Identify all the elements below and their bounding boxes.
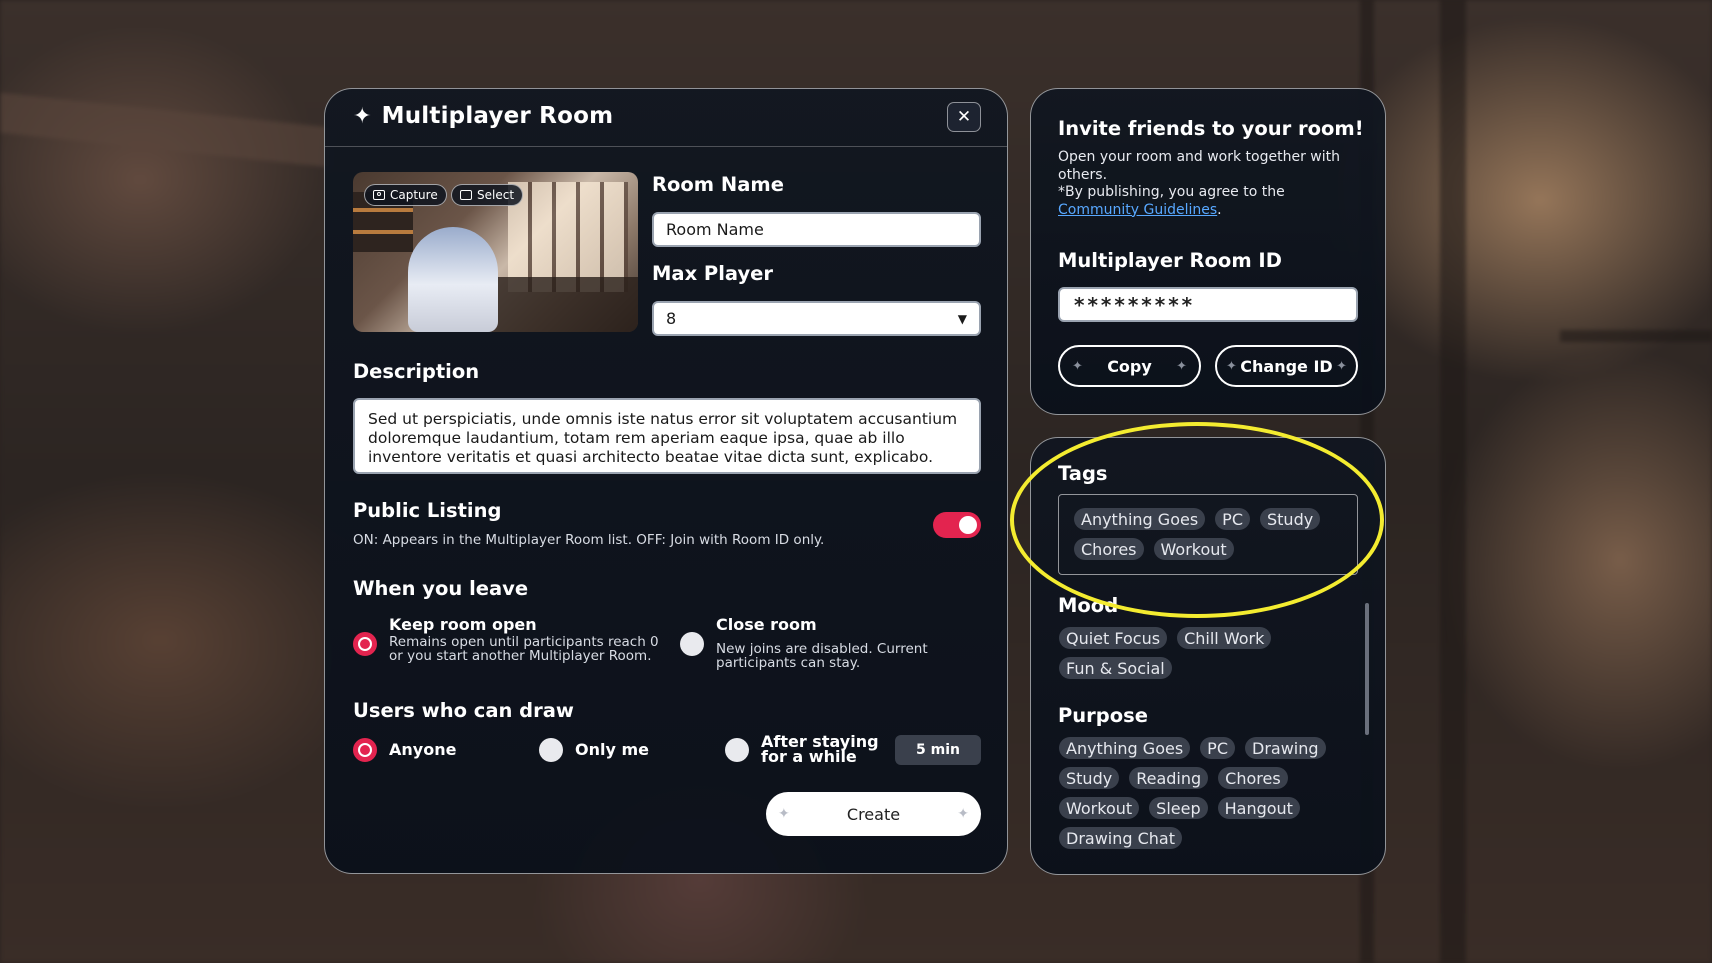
draw-only-me-label: Only me <box>575 740 649 759</box>
keep-room-open-title: Keep room open <box>389 615 537 634</box>
copy-label: Copy <box>1107 356 1152 376</box>
selected-tag[interactable]: PC <box>1215 508 1250 530</box>
selected-tag[interactable]: Anything Goes <box>1074 508 1206 530</box>
close-button[interactable]: ✕ <box>947 102 981 132</box>
tags-label: Tags <box>1058 462 1108 485</box>
mood-tag[interactable]: Fun & Social <box>1059 657 1172 679</box>
sparkle-icon: ✦ <box>1176 358 1187 374</box>
tags-panel: Tags Anything Goes PC Study Chores Worko… <box>1030 437 1386 875</box>
purpose-tag[interactable]: Sleep <box>1149 797 1208 819</box>
invite-desc-text: Open your room and work together with ot… <box>1058 149 1340 183</box>
max-player-select[interactable]: 8 ▼ <box>652 301 981 336</box>
close-room-title: Close room <box>716 615 817 634</box>
public-listing-label: Public Listing <box>353 499 502 522</box>
description-textarea[interactable]: Sed ut perspiciatis, unde omnis iste nat… <box>353 398 981 474</box>
mood-tags: Quiet Focus Chill Work Fun & Social <box>1059 627 1349 679</box>
room-name-label: Room Name <box>652 173 784 196</box>
invite-description: Open your room and work together with ot… <box>1058 149 1358 219</box>
purpose-tag[interactable]: Drawing Chat <box>1059 827 1183 849</box>
room-name-value: Room Name <box>666 220 764 239</box>
mood-label: Mood <box>1058 594 1119 617</box>
public-listing-desc: ON: Appears in the Multiplayer Room list… <box>353 532 825 548</box>
agree-prefix: *By publishing, you agree to the <box>1058 184 1285 200</box>
max-player-label: Max Player <box>652 262 774 285</box>
close-icon: ✕ <box>956 107 972 127</box>
description-label: Description <box>353 360 480 383</box>
create-button[interactable]: ✦ Create ✦ <box>766 792 981 836</box>
sparkle-icon: ✦ <box>957 806 969 822</box>
publish-agreement: *By publishing, you agree to the Communi… <box>1058 184 1358 219</box>
create-label: Create <box>846 804 901 824</box>
mood-tag[interactable]: Quiet Focus <box>1059 627 1168 649</box>
invite-title: Invite friends to your room! <box>1058 117 1364 140</box>
community-guidelines-link[interactable]: Community Guidelines <box>1058 202 1217 218</box>
sparkle-icon: ✦ <box>1226 358 1237 374</box>
copy-button[interactable]: ✦ Copy ✦ <box>1058 345 1201 387</box>
sparkle-icon: ✦ <box>353 103 372 129</box>
purpose-tag[interactable]: Drawing <box>1245 737 1326 759</box>
selected-tags: Anything Goes PC Study Chores Workout <box>1074 508 1354 560</box>
purpose-tag[interactable]: Chores <box>1218 767 1288 789</box>
purpose-tags: Anything Goes PC Drawing Study Reading C… <box>1059 737 1349 849</box>
room-thumbnail: Capture Select <box>353 172 638 332</box>
public-listing-toggle[interactable] <box>933 512 981 538</box>
invite-panel: Invite friends to your room! Open your r… <box>1030 88 1386 415</box>
agree-suffix: . <box>1217 201 1222 218</box>
room-name-input[interactable]: Room Name <box>652 212 981 247</box>
change-id-label: Change ID <box>1240 356 1333 376</box>
selected-tag[interactable]: Study <box>1260 508 1321 530</box>
users-who-can-draw-label: Users who can draw <box>353 699 574 722</box>
draw-only-me-radio[interactable] <box>539 738 563 762</box>
camera-icon <box>373 190 385 200</box>
draw-after-stay-label: After staying for a while <box>761 732 879 766</box>
purpose-tag[interactable]: Workout <box>1059 797 1140 819</box>
purpose-tag[interactable]: Study <box>1059 767 1120 789</box>
room-id-value: ********* <box>1074 292 1196 317</box>
draw-anyone-radio[interactable] <box>353 738 377 762</box>
stay-duration-select[interactable]: 5 min <box>895 735 981 765</box>
close-room-desc: New joins are disabled. Current particip… <box>716 641 928 671</box>
mood-tag[interactable]: Chill Work <box>1177 627 1272 649</box>
capture-button[interactable]: Capture <box>364 184 447 206</box>
header-divider <box>325 146 1007 147</box>
keep-room-open-desc: Remains open until participants reach 0 … <box>389 634 659 664</box>
when-you-leave-label: When you leave <box>353 577 529 600</box>
keep-room-open-radio[interactable] <box>353 632 377 656</box>
sparkle-icon: ✦ <box>778 806 790 822</box>
toggle-knob <box>959 516 977 534</box>
selected-tag[interactable]: Chores <box>1074 538 1144 560</box>
stay-duration-value: 5 min <box>916 742 960 758</box>
purpose-label: Purpose <box>1058 704 1148 727</box>
room-id-label: Multiplayer Room ID <box>1058 249 1282 272</box>
description-value: Sed ut perspiciatis, unde omnis iste nat… <box>368 410 958 466</box>
selected-tag[interactable]: Workout <box>1153 538 1234 560</box>
dialog-title: ✦ Multiplayer Room <box>353 103 613 129</box>
room-id-field: ********* <box>1058 287 1358 322</box>
sparkle-icon: ✦ <box>1072 358 1083 374</box>
draw-anyone-label: Anyone <box>389 740 457 759</box>
capture-label: Capture <box>390 188 438 202</box>
draw-after-stay-radio[interactable] <box>725 738 749 762</box>
change-id-button[interactable]: ✦ Change ID ✦ <box>1215 345 1358 387</box>
tags-scrollbar[interactable] <box>1365 603 1369 735</box>
dialog-title-text: Multiplayer Room <box>381 103 614 129</box>
dropdown-caret-icon: ▼ <box>957 311 967 326</box>
purpose-tag[interactable]: PC <box>1200 737 1235 759</box>
close-room-radio[interactable] <box>680 632 704 656</box>
purpose-tag[interactable]: Reading <box>1129 767 1209 789</box>
sparkle-icon: ✦ <box>1336 358 1347 374</box>
max-player-value: 8 <box>666 309 677 328</box>
select-label: Select <box>477 188 515 202</box>
select-image-button[interactable]: Select <box>451 184 524 206</box>
image-icon <box>460 190 472 200</box>
purpose-tag[interactable]: Anything Goes <box>1059 737 1191 759</box>
purpose-tag[interactable]: Hangout <box>1217 797 1300 819</box>
multiplayer-room-dialog: ✦ Multiplayer Room ✕ Capture Select Room… <box>324 88 1008 874</box>
